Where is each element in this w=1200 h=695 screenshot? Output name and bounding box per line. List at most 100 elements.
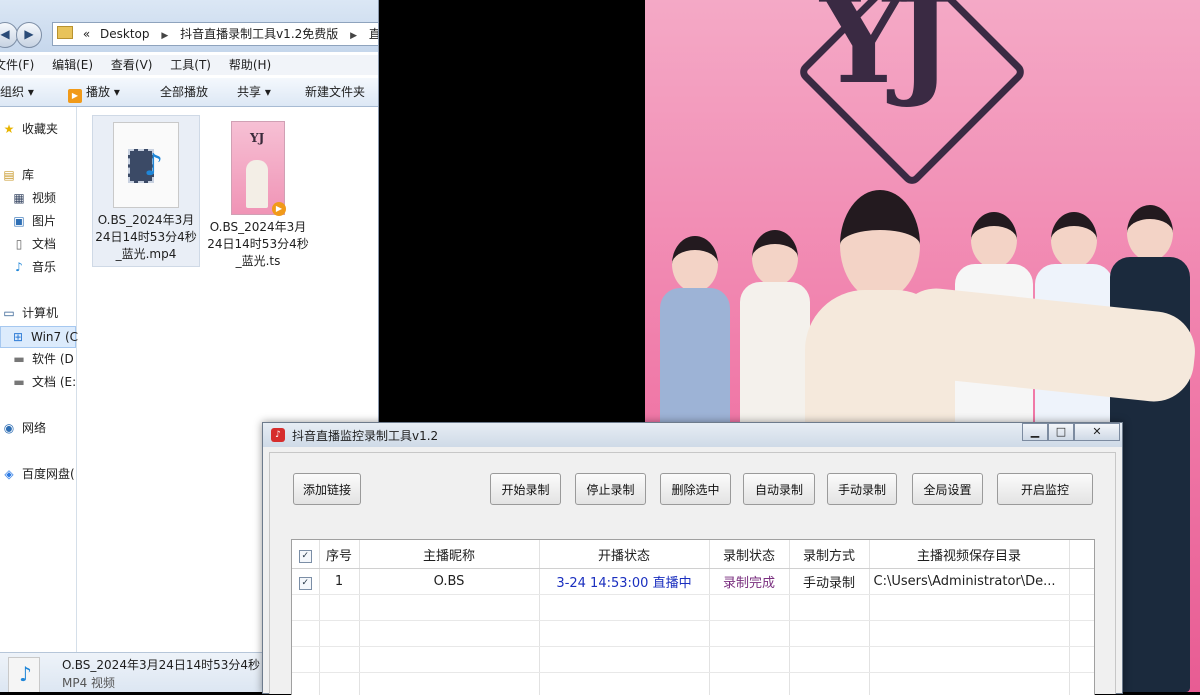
command-bar: 组织 ▾ ▶播放 ▾ 全部播放 共享 ▾ 新建文件夹 [0,78,378,107]
drive-icon: ▬ [12,372,26,392]
forward-button[interactable]: ▶ [16,22,42,48]
star-icon: ★ [2,119,16,139]
breadcrumb-tool-folder[interactable]: 抖音直播录制工具v1.2免费版 [180,27,338,41]
column-header-record-mode[interactable]: 录制方式 [789,540,869,569]
table-row[interactable]: ✓ 1 O.BS 3-24 14:53:00 直播中 录制完成 手动录制 C:\… [292,569,1094,595]
computer-icon: ▭ [2,303,16,323]
nav-pictures[interactable]: ▣图片 [12,211,56,231]
file-name: O.BS_2024年3月24日14时53分4秒_蓝光.ts [205,219,311,270]
column-header-live-status[interactable]: 开播状态 [539,540,709,569]
column-header-nickname[interactable]: 主播昵称 [359,540,539,569]
menu-view[interactable]: 查看(V) [111,58,153,72]
nav-drive-d[interactable]: ▬软件 (D [12,349,74,369]
add-link-button[interactable]: 添加链接 [293,473,361,505]
minimize-icon[interactable]: ▁ [1022,423,1048,441]
recorder-client-area: 添加链接 开始录制 停止录制 删除选中 自动录制 手动录制 全局设置 开启监控 … [269,452,1116,694]
nav-videos[interactable]: ▦视频 [12,188,56,208]
details-file-name: O.BS_2024年3月24日14时53分4秒 [62,656,260,673]
checkbox-checked-icon: ✓ [299,577,312,590]
window-title: 抖音直播监控录制工具v1.2 [292,427,438,444]
drive-icon: ▬ [12,349,26,369]
start-monitor-button[interactable]: 开启监控 [997,473,1093,505]
film-icon: ▦ [12,188,26,208]
new-folder-button[interactable]: 新建文件夹 [305,78,365,106]
column-header-index[interactable]: 序号 [319,540,359,569]
video-file-icon: ♪ [113,122,179,208]
play-badge-icon: ▶ [272,202,286,216]
global-settings-button[interactable]: 全局设置 [912,473,983,505]
nav-network[interactable]: ◉网络 [2,418,46,438]
row-nickname: O.BS [359,569,539,595]
share-button[interactable]: 共享 ▾ [237,78,271,106]
nav-drive-c[interactable]: ⊞Win7 (C [0,326,76,348]
row-record-mode: 手动录制 [789,569,869,595]
row-save-dir: C:\Users\Administrator\De... [869,569,1069,595]
stop-record-button[interactable]: 停止录制 [575,473,646,505]
breadcrumb-desktop[interactable]: Desktop [100,27,150,41]
play-all-button[interactable]: 全部播放 [160,78,208,106]
address-bar[interactable]: « Desktop ▶ 抖音直播录制工具v1.2免费版 ▶ 直播 [52,22,379,46]
recorder-window: ♪ 抖音直播监控录制工具v1.2 ▁ □ ✕ 添加链接 开始录制 停止录制 删除… [262,422,1123,694]
menu-edit[interactable]: 编辑(E) [52,58,93,72]
window-controls: ▁ □ ✕ [1022,423,1120,441]
nav-drive-e[interactable]: ▬文档 (E: [12,372,76,392]
row-checkbox[interactable]: ✓ [292,569,319,595]
nav-baidu-netdisk[interactable]: ◈百度网盘( [2,464,75,484]
windows-drive-icon: ⊞ [11,327,25,347]
row-record-status: 录制完成 [709,569,789,595]
column-header-save-dir[interactable]: 主播视频保存目录 [869,540,1069,569]
menu-help[interactable]: 帮助(H) [229,58,271,72]
breadcrumb-separator-icon: ▶ [161,31,168,41]
video-thumbnail: YJ ▶ [231,121,285,215]
thumbnail-logo: YJ [250,130,264,147]
nav-music[interactable]: ♪音乐 [12,257,56,277]
file-item-mp4[interactable]: ♪ O.BS_2024年3月24日14时53分4秒_蓝光.mp4 [92,115,200,267]
row-filler [1069,569,1094,595]
delete-selected-button[interactable]: 删除选中 [660,473,731,505]
library-icon: ▤ [2,165,16,185]
picture-icon: ▣ [12,211,26,231]
column-header-filler [1069,540,1094,569]
row-live-status: 3-24 14:53:00 直播中 [539,569,709,595]
table-row-empty [292,621,1094,647]
network-icon: ◉ [2,418,16,438]
nav-computer[interactable]: ▭计算机 [2,303,58,323]
streamer-table: ✓ 序号 主播昵称 开播状态 录制状态 录制方式 主播视频保存目录 ✓ 1 O [291,539,1095,695]
details-file-type: MP4 视频 [62,674,115,691]
table-row-empty [292,595,1094,621]
start-record-button[interactable]: 开始录制 [490,473,561,505]
auto-record-button[interactable]: 自动录制 [743,473,815,505]
nav-documents[interactable]: ▯文档 [12,234,56,254]
cloud-drive-icon: ◈ [2,464,16,484]
breadcrumb-live-folder[interactable]: 直播 [369,27,379,41]
play-button[interactable]: ▶播放 ▾ [68,78,120,106]
breadcrumb-prefix: « [83,27,90,41]
menu-bar: 文件(F) 编辑(E) 查看(V) 工具(T) 帮助(H) [0,55,378,75]
breadcrumb-separator-icon: ▶ [350,31,357,41]
folder-icon [57,26,73,39]
maximize-icon[interactable]: □ [1048,423,1074,441]
douyin-app-icon: ♪ [271,428,285,442]
nav-favorites[interactable]: ★收藏夹 [2,119,58,139]
nav-libraries[interactable]: ▤库 [2,165,34,185]
table-row-empty [292,647,1094,673]
music-note-icon: ♪ [12,257,26,277]
column-header-record-status[interactable]: 录制状态 [709,540,789,569]
file-item-ts[interactable]: YJ ▶ O.BS_2024年3月24日14时53分4秒_蓝光.ts [205,115,311,265]
menu-tools[interactable]: 工具(T) [170,58,211,72]
manual-record-button[interactable]: 手动录制 [827,473,897,505]
details-file-icon: ♪ [8,657,40,692]
organize-button[interactable]: 组织 ▾ [0,78,34,106]
close-icon[interactable]: ✕ [1074,423,1120,441]
file-name: O.BS_2024年3月24日14时53分4秒_蓝光.mp4 [93,212,199,263]
address-bar-area: ◀ ▶ « Desktop ▶ 抖音直播录制工具v1.2免费版 ▶ 直播 [0,0,378,52]
checkbox-checked-icon: ✓ [299,550,312,563]
table-header-row: ✓ 序号 主播昵称 开播状态 录制状态 录制方式 主播视频保存目录 [292,540,1094,569]
stage-logo: YJ [820,0,942,111]
menu-file[interactable]: 文件(F) [0,58,34,72]
play-icon: ▶ [68,89,82,103]
select-all-checkbox[interactable]: ✓ [292,540,319,569]
document-icon: ▯ [12,234,26,254]
recorder-title-bar[interactable]: ♪ 抖音直播监控录制工具v1.2 ▁ □ ✕ [263,423,1122,447]
navigation-pane: ★收藏夹 ▤库 ▦视频 ▣图片 ▯文档 ♪音乐 ▭计算机 ⊞Win7 (C ▬软… [0,107,77,652]
